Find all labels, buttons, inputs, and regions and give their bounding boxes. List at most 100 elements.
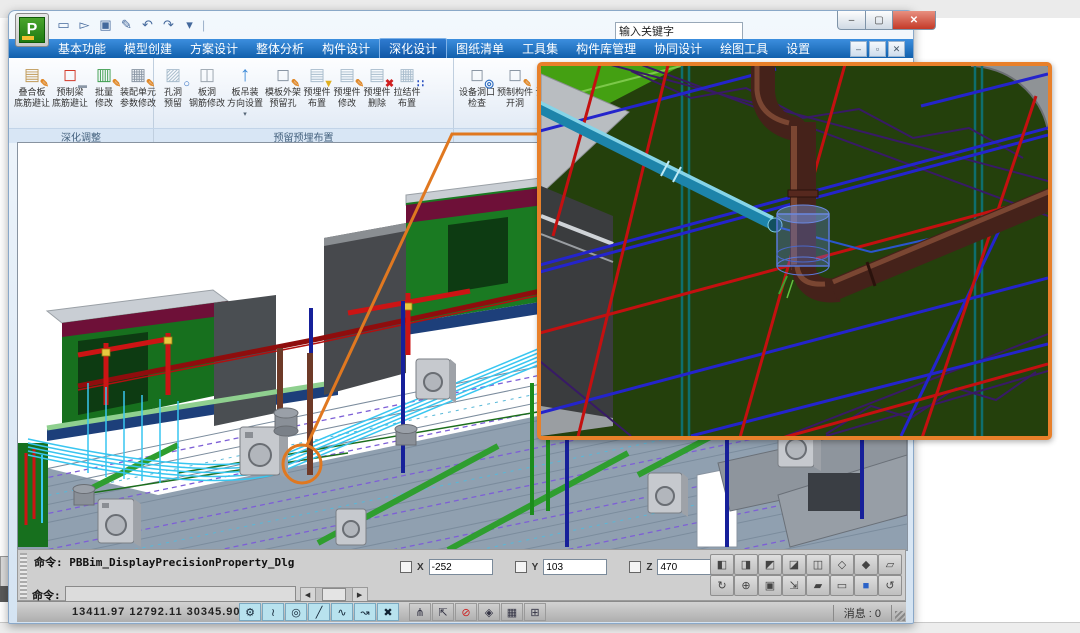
crosshair-icon[interactable]: ⊞ [524, 603, 546, 621]
view-iso-sw-icon[interactable]: ◆ [854, 554, 878, 575]
zoom-window-icon[interactable]: ⇲ [782, 575, 806, 596]
embed-delete-icon: ▤✖ [363, 61, 391, 87]
scroll-thumb[interactable] [322, 588, 346, 601]
btn-embed-place[interactable]: ▤▼ 预埋件 布置 [303, 61, 331, 110]
view-next-icon[interactable]: ▭ [830, 575, 854, 596]
view-left-icon[interactable]: ◩ [758, 554, 782, 575]
z-label: Z [646, 562, 652, 573]
unit-params-edit-icon: ▦✎ [124, 61, 152, 87]
tab-draw-tools[interactable]: 绘图工具 [711, 38, 777, 59]
tab-drawings[interactable]: 图纸清单 [447, 38, 513, 59]
y-input[interactable] [543, 559, 607, 575]
batch-edit-icon: ▥✎ [90, 61, 118, 87]
view-prev-icon[interactable]: ▰ [806, 575, 830, 596]
x-checkbox[interactable] [400, 561, 412, 573]
tab-library[interactable]: 构件库管理 [567, 38, 645, 59]
zoom-fit-icon[interactable]: ▣ [758, 575, 782, 596]
hole-reserve-icon: ▨○ [159, 61, 187, 87]
view-iso-ne-icon[interactable]: ◇ [830, 554, 854, 575]
ucs-rotate-icon[interactable]: ↺ [878, 575, 902, 596]
embed-edit-icon: ▤✎ [333, 61, 361, 87]
view-flag-icon[interactable]: ⇱ [432, 603, 454, 621]
tie-place-icon: ▦∷ [393, 61, 421, 87]
btn-embed-delete[interactable]: ▤✖ 预埋件 删除 [363, 61, 391, 110]
desktop: { "app": { "logo_letter": "P", "search_v… [0, 0, 1080, 632]
tab-collab[interactable]: 协同设计 [645, 38, 711, 59]
view-bottom-icon[interactable]: ▱ [878, 554, 902, 575]
formwork-hole-icon: ◻✎ [269, 61, 297, 87]
tab-model-create[interactable]: 模型创建 [115, 38, 181, 59]
lift-direction-icon: ↑ [231, 61, 259, 87]
endpoint-snap-icon[interactable]: ╱ [308, 603, 330, 621]
btn-slab-rebar-avoid[interactable]: ▤✎ 叠合板 底筋避让 [14, 61, 50, 110]
hook-snap-icon[interactable]: ≀ [262, 603, 284, 621]
maximize-button[interactable]: ▢ [866, 11, 893, 30]
tangent-snap-icon[interactable]: ↝ [354, 603, 376, 621]
open-file-icon[interactable]: ▻ [76, 16, 93, 33]
disable-snap-icon[interactable]: ⊘ [455, 603, 477, 621]
resize-grip-icon[interactable] [895, 611, 905, 621]
snap-toolbar: ⚙ ≀ ◎ ╱ ∿ ↝ ✖ ⋔ ⇱ ⊘ ◈ ▦ ⊞ [239, 603, 546, 621]
component-opening-icon: ◻✎ [501, 61, 529, 87]
quick-access-toolbar: ▭ ▻ ▣ ✎ ↶ ↷ ▾ | [55, 16, 205, 33]
qat-more-icon[interactable]: ▾ [181, 16, 198, 33]
btn-slab-hole-rebar[interactable]: ◫ 板洞 钢筋修改 [189, 61, 225, 110]
btn-formwork-hole[interactable]: ◻✎ 模板外架 预留孔 [265, 61, 301, 110]
shade-mode-icon[interactable]: ■ [854, 575, 878, 596]
title-bar[interactable]: P ▭ ▻ ▣ ✎ ↶ ↷ ▾ | – ▢ ✕ [9, 11, 913, 39]
tab-basic[interactable]: 基本功能 [49, 38, 115, 59]
btn-opening-check[interactable]: ◻◎ 设备洞口 检查 [459, 61, 495, 110]
btn-tie-place[interactable]: ▦∷ 拉结件 布置 [393, 61, 421, 110]
command-scrollbar[interactable]: ◀ ▶ [300, 587, 368, 602]
scroll-left-icon[interactable]: ◀ [301, 588, 316, 601]
btn-embed-edit[interactable]: ▤✎ 预埋件 修改 [333, 61, 361, 110]
btn-batch-edit[interactable]: ▥✎ 批量 修改 [90, 61, 118, 110]
panel-grip[interactable] [20, 553, 27, 599]
nearest-snap-icon[interactable]: ∿ [331, 603, 353, 621]
tab-component[interactable]: 构件设计 [313, 38, 379, 59]
btn-beam-rebar-avoid[interactable]: ◻▬ 预制梁 底筋避让 [52, 61, 88, 110]
tab-analysis[interactable]: 整体分析 [247, 38, 313, 59]
tab-tools[interactable]: 工具集 [513, 38, 567, 59]
minimize-button[interactable]: – [837, 11, 866, 30]
osnap-settings-icon[interactable]: ⚙ [239, 603, 261, 621]
opening-check-icon: ◻◎ [463, 61, 491, 87]
btn-unit-params-edit[interactable]: ▦✎ 装配单元 参数修改 [120, 61, 156, 110]
doc-restore-button[interactable]: ▫ [869, 41, 886, 57]
window-controls: – ▢ ✕ [837, 11, 936, 30]
save-icon[interactable]: ▣ [97, 16, 114, 33]
grid-toggle-icon[interactable]: ▦ [501, 603, 523, 621]
pbbim-logo-icon: P [19, 17, 45, 43]
tab-deepen-active[interactable]: 深化设计 [379, 38, 447, 60]
pan-icon[interactable]: ⊕ [734, 575, 758, 596]
scroll-right-icon[interactable]: ▶ [352, 588, 367, 601]
axis-tripod-icon[interactable]: ⋔ [409, 603, 431, 621]
view-right-icon[interactable]: ◪ [782, 554, 806, 575]
view-front-icon[interactable]: ◧ [710, 554, 734, 575]
z-checkbox[interactable] [629, 561, 641, 573]
sphere-3d-icon[interactable]: ◈ [478, 603, 500, 621]
view-top-icon[interactable]: ◫ [806, 554, 830, 575]
app-menu-button[interactable]: P [15, 13, 49, 47]
x-input[interactable] [429, 559, 493, 575]
slab-rebar-avoid-icon: ▤✎ [18, 61, 46, 87]
intersection-snap-icon[interactable]: ✖ [377, 603, 399, 621]
close-button[interactable]: ✕ [893, 11, 936, 30]
group-label-reserve: 预留预埋布置 [154, 129, 454, 143]
orbit-icon[interactable]: ↻ [710, 575, 734, 596]
doc-close-button[interactable]: ✕ [888, 41, 905, 57]
tab-settings[interactable]: 设置 [777, 38, 819, 59]
redo-icon[interactable]: ↷ [160, 16, 177, 33]
save-edit-icon[interactable]: ✎ [118, 16, 135, 33]
tab-scheme[interactable]: 方案设计 [181, 38, 247, 59]
new-file-icon[interactable]: ▭ [55, 16, 72, 33]
doc-minimize-button[interactable]: – [850, 41, 867, 57]
btn-component-opening[interactable]: ◻✎ 预制构件 开洞 [497, 61, 533, 110]
center-snap-icon[interactable]: ◎ [285, 603, 307, 621]
btn-lift-direction[interactable]: ↑ 板吊装 方向设置 ▾ [227, 61, 263, 118]
view-back-icon[interactable]: ◨ [734, 554, 758, 575]
btn-hole-reserve[interactable]: ▨○ 孔洞 预留 [159, 61, 187, 110]
undo-icon[interactable]: ↶ [139, 16, 156, 33]
y-checkbox[interactable] [515, 561, 527, 573]
detail-inset-window [537, 62, 1052, 440]
